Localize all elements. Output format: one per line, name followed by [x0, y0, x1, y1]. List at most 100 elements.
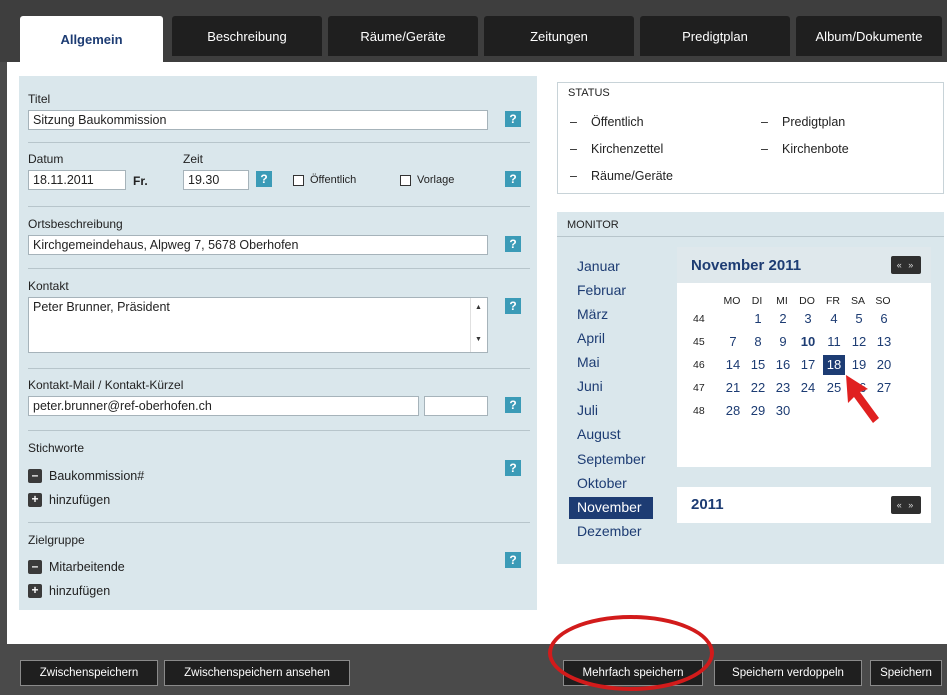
- tab-album-dokumente[interactable]: Album/Dokumente: [796, 16, 942, 56]
- year-nav-icon[interactable]: « »: [891, 496, 921, 514]
- zielgruppe-add-link[interactable]: hinzufügen: [49, 584, 110, 598]
- calendar-day[interactable]: 13: [873, 332, 895, 352]
- kontakt-scrollbar[interactable]: ▲ ▼: [470, 298, 487, 352]
- weekday-header: MI: [776, 295, 788, 307]
- status-dash: –: [570, 169, 577, 183]
- calendar-title: November 2011: [691, 257, 802, 274]
- divider: [28, 142, 530, 143]
- calendar-day[interactable]: 15: [747, 355, 769, 375]
- oeffentlich-label: Öffentlich: [310, 174, 357, 186]
- calendar-day[interactable]: 16: [772, 355, 794, 375]
- titel-help-icon[interactable]: ?: [505, 111, 521, 127]
- calendar-nav-icon[interactable]: « »: [891, 256, 921, 274]
- calendar-day[interactable]: 21: [722, 378, 744, 398]
- add-icon[interactable]: +: [28, 493, 42, 507]
- tab-beschreibung[interactable]: Beschreibung: [172, 16, 322, 56]
- scroll-down-icon[interactable]: ▼: [475, 336, 482, 343]
- month-dezember[interactable]: Dezember: [569, 521, 653, 543]
- speichern-button[interactable]: Speichern: [870, 660, 942, 686]
- weekday-header: SA: [850, 295, 865, 307]
- calendar-day[interactable]: 28: [722, 401, 744, 421]
- month-januar[interactable]: Januar: [569, 256, 653, 278]
- status-raeume-geraete: Räume/Geräte: [591, 169, 673, 183]
- mail-help-icon[interactable]: ?: [505, 397, 521, 413]
- zwischenspeichern-button[interactable]: Zwischenspeichern: [20, 660, 158, 686]
- calendar-day[interactable]: 5: [848, 309, 870, 329]
- calendar-day[interactable]: 29: [747, 401, 769, 421]
- month-april[interactable]: April: [569, 328, 653, 350]
- calendar-day[interactable]: 1: [747, 309, 769, 329]
- month-mai[interactable]: Mai: [569, 352, 653, 374]
- calendar-day[interactable]: 4: [823, 309, 845, 329]
- stichworte-add-link[interactable]: hinzufügen: [49, 493, 110, 507]
- calendar-day[interactable]: 25: [823, 378, 845, 398]
- calendar-day[interactable]: 19: [848, 355, 870, 375]
- calendar-day[interactable]: 11: [823, 332, 845, 352]
- tab-allgemein[interactable]: Allgemein: [20, 16, 163, 62]
- mail-input[interactable]: peter.brunner@ref-oberhofen.ch: [28, 396, 419, 416]
- zeit-input[interactable]: 19.30: [183, 170, 249, 190]
- tab-raeume-geraete[interactable]: Räume/Geräte: [328, 16, 478, 56]
- calendar-day[interactable]: 9: [772, 332, 794, 352]
- calendar-day[interactable]: 8: [747, 332, 769, 352]
- tab-zeitungen[interactable]: Zeitungen: [484, 16, 634, 56]
- calendar-day[interactable]: 2: [772, 309, 794, 329]
- status-dash: –: [570, 115, 577, 129]
- pointer-arrow-icon: [846, 375, 879, 423]
- vorlage-checkbox[interactable]: [400, 175, 411, 186]
- weekday-header: MO: [723, 295, 741, 307]
- mail-label: Kontakt-Mail / Kontakt-Kürzel: [28, 378, 184, 392]
- year-label: 2011: [691, 496, 724, 513]
- oeffentlich-checkbox[interactable]: [293, 175, 304, 186]
- datum-input[interactable]: 18.11.2011: [28, 170, 126, 190]
- month-juli[interactable]: Juli: [569, 400, 653, 422]
- calendar-day[interactable]: 30: [772, 401, 794, 421]
- month-juni[interactable]: Juni: [569, 376, 653, 398]
- calendar-day[interactable]: 12: [848, 332, 870, 352]
- month-maerz[interactable]: März: [569, 304, 653, 326]
- datum-help-icon[interactable]: ?: [505, 171, 521, 187]
- calendar-day[interactable]: 10: [797, 332, 819, 352]
- kontakt-textarea[interactable]: Peter Brunner, Präsident: [28, 297, 488, 353]
- divider: [28, 268, 530, 269]
- calendar-day[interactable]: 23: [772, 378, 794, 398]
- zeit-help-icon[interactable]: ?: [256, 171, 272, 187]
- vorlage-label: Vorlage: [417, 174, 455, 186]
- calendar-day[interactable]: 7: [722, 332, 744, 352]
- weekday-header: FR: [826, 295, 840, 307]
- weekday-header: DI: [751, 295, 763, 307]
- speichern-verdoppeln-button[interactable]: Speichern verdoppeln: [714, 660, 862, 686]
- remove-icon[interactable]: –: [28, 560, 42, 574]
- calendar-day[interactable]: 22: [747, 378, 769, 398]
- content-area: Titel Sitzung Baukommission ? Datum Zeit…: [7, 62, 947, 644]
- month-oktober[interactable]: Oktober: [569, 473, 653, 495]
- remove-icon[interactable]: –: [28, 469, 42, 483]
- ort-input[interactable]: Kirchgemeindehaus, Alpweg 7, 5678 Oberho…: [28, 235, 488, 255]
- zwischenspeichern-ansehen-button[interactable]: Zwischenspeichern ansehen: [164, 660, 350, 686]
- add-icon[interactable]: +: [28, 584, 42, 598]
- calendar-day[interactable]: 20: [873, 355, 895, 375]
- monitor-header: MONITOR: [567, 219, 619, 231]
- calendar-day[interactable]: 6: [873, 309, 895, 329]
- kuerzel-input[interactable]: [424, 396, 488, 416]
- calendar-day[interactable]: 3: [797, 309, 819, 329]
- calendar-day[interactable]: 24: [797, 378, 819, 398]
- calendar-day[interactable]: 18: [823, 355, 845, 375]
- kontakt-help-icon[interactable]: ?: [505, 298, 521, 314]
- stichworte-help-icon[interactable]: ?: [505, 460, 521, 476]
- ort-help-icon[interactable]: ?: [505, 236, 521, 252]
- titel-input[interactable]: Sitzung Baukommission: [28, 110, 488, 130]
- scroll-up-icon[interactable]: ▲: [475, 304, 482, 311]
- month-november[interactable]: November: [569, 497, 653, 519]
- month-august[interactable]: August: [569, 424, 653, 446]
- weekday-header: DO: [799, 295, 815, 307]
- month-september[interactable]: September: [569, 449, 653, 471]
- status-predigtplan: Predigtplan: [782, 115, 846, 129]
- calendar-header: November 2011 « »: [677, 247, 931, 283]
- calendar-day[interactable]: 14: [722, 355, 744, 375]
- tab-predigtplan[interactable]: Predigtplan: [640, 16, 790, 56]
- form-panel: Titel Sitzung Baukommission ? Datum Zeit…: [19, 76, 537, 610]
- month-februar[interactable]: Februar: [569, 280, 653, 302]
- zielgruppe-help-icon[interactable]: ?: [505, 552, 521, 568]
- calendar-day[interactable]: 17: [797, 355, 819, 375]
